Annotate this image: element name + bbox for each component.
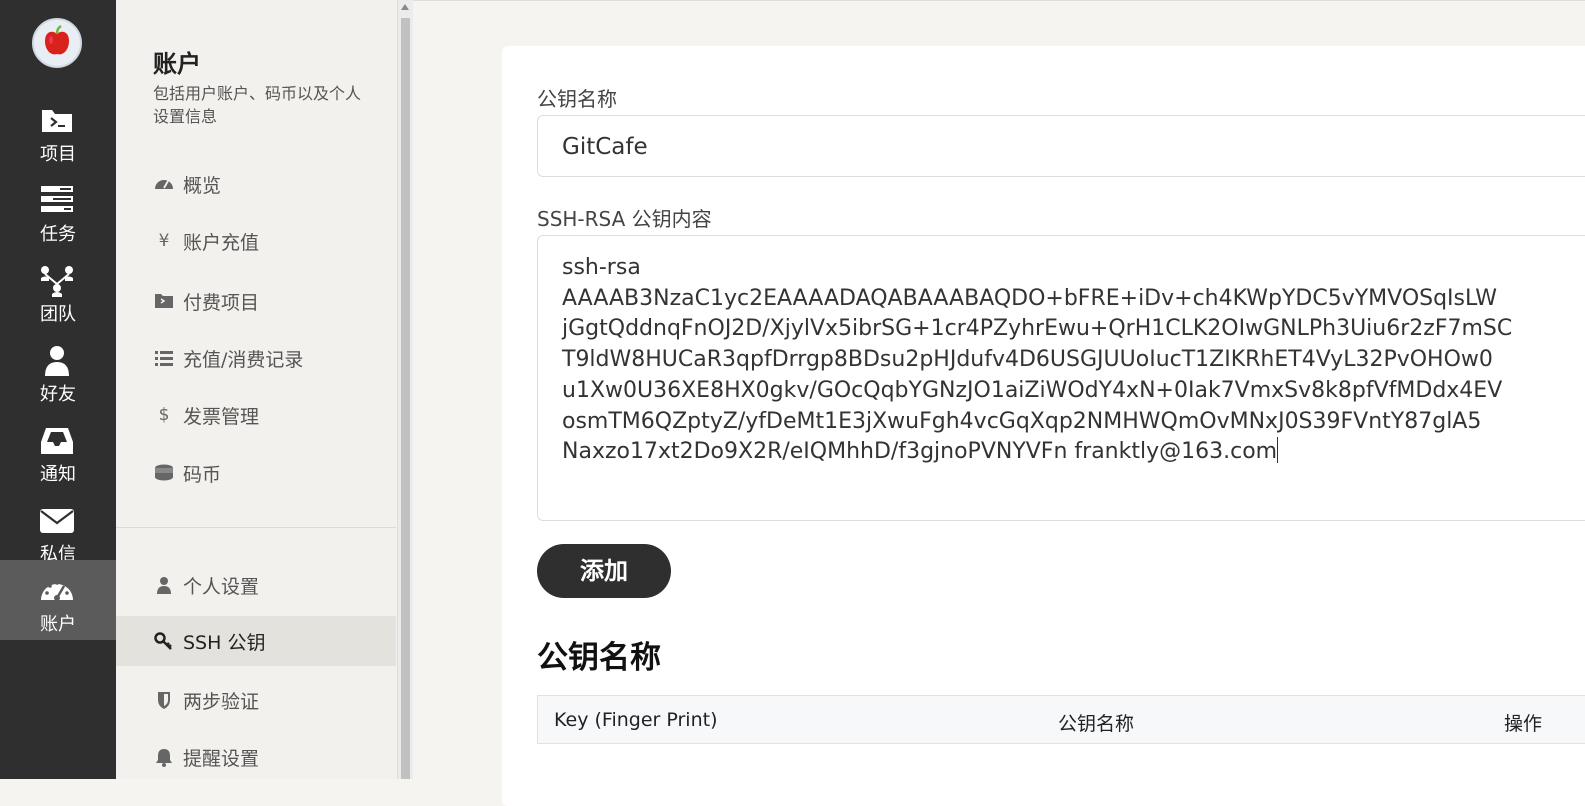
- sidebar-item-label: 个人设置: [183, 576, 260, 598]
- sidebar-item-label: 码币: [183, 464, 222, 486]
- inbox-icon: [41, 428, 73, 454]
- sidebar-item-paid-projects[interactable]: 付费项目: [116, 276, 396, 326]
- sidebar-item-overview[interactable]: 概览: [116, 159, 396, 209]
- sidebar-description: 包括用户账户、码币以及个人设置信息: [153, 84, 362, 126]
- sidebar-scrollbar[interactable]: [397, 0, 413, 779]
- column-header-actions: 操作: [1504, 713, 1543, 735]
- textarea-line: T9ldW8HUCaR3qpfDrrgp8BDsu2pHJdufv4D6USGJ…: [562, 347, 1493, 373]
- textarea-line: u1Xw0U36XE8HX0gkv/GOcQqbYGNzJO1aiZiWOdY4…: [562, 377, 1503, 403]
- user-icon: [157, 577, 171, 594]
- nav-item-team[interactable]: 团队: [0, 250, 116, 330]
- sidebar-item-records[interactable]: 充值/消费记录: [116, 333, 396, 383]
- dashboard-icon: [41, 581, 73, 601]
- nav-label: 账户: [40, 614, 76, 635]
- dashboard-icon: [155, 180, 173, 189]
- sidebar-item-label: 充值/消费记录: [183, 349, 304, 371]
- user-icon: [45, 346, 69, 376]
- sidebar-item-label: 两步验证: [183, 691, 260, 713]
- nav-item-tasks[interactable]: 任务: [0, 170, 116, 250]
- shield-icon: [158, 692, 170, 709]
- coins-icon: [155, 464, 173, 481]
- nav-label: 通知: [40, 464, 76, 485]
- sidebar-item-label: 发票管理: [183, 406, 260, 428]
- avatar[interactable]: [32, 18, 82, 68]
- key-name-label: 公钥名称: [537, 87, 617, 111]
- apple-icon: [45, 24, 69, 55]
- textarea-line: ssh-rsa: [562, 255, 641, 280]
- sidebar-item-two-factor[interactable]: 两步验证: [116, 675, 396, 725]
- nav-item-account[interactable]: 账户: [0, 560, 116, 640]
- sidebar-item-reminders[interactable]: 提醒设置: [116, 732, 396, 782]
- sidebar-item-label: 提醒设置: [183, 748, 260, 770]
- nav-item-notifications[interactable]: 通知: [0, 410, 116, 490]
- nav-item-messages[interactable]: 私信: [0, 490, 116, 570]
- sidebar-item-personal-settings[interactable]: 个人设置: [116, 560, 396, 610]
- textarea-line: osmTM6QZptyZ/yfDeMt1E3jXwuFgh4vcGqXqp2NM…: [562, 408, 1482, 434]
- key-name-input[interactable]: GitCafe: [537, 115, 1585, 177]
- sidebar-item-invoices[interactable]: $ 发票管理: [116, 390, 396, 440]
- textarea-line-text: Naxzo17xt2Do9X2R/eIQMhhD/f3gjnoPVNYVFn f…: [562, 439, 1278, 465]
- folder-terminal-icon: [42, 110, 72, 132]
- textarea-line: AAAAB3NzaC1yc2EAAAADAQABAAABAQDO+bFRE+iD…: [562, 285, 1497, 311]
- sidebar-item-recharge[interactable]: ¥ 账户充值: [116, 216, 396, 266]
- sidebar-item-label: 概览: [183, 175, 222, 197]
- yen-icon: ¥: [158, 231, 170, 251]
- column-header-fingerprint: Key (Finger Print): [554, 709, 718, 731]
- dollar-icon: $: [158, 405, 170, 425]
- sidebar-item-coins[interactable]: 码币: [116, 448, 396, 498]
- nav-label: 任务: [40, 224, 76, 245]
- team-icon: [41, 266, 73, 297]
- nav-item-friends[interactable]: 好友: [0, 330, 116, 410]
- main-content: 公钥名称 GitCafe SSH-RSA 公钥内容 ssh-rsa AAAAB3…: [413, 0, 1585, 806]
- sidebar-item-label: 账户充值: [183, 232, 260, 254]
- nav-label: 团队: [40, 304, 76, 325]
- keys-table-header: Key (Finger Print) 公钥名称 操作: [537, 695, 1585, 744]
- list-icon: [155, 351, 173, 366]
- key-content-textarea[interactable]: ssh-rsa AAAAB3NzaC1yc2EAAAADAQABAAABAQDO…: [537, 235, 1585, 521]
- scrollbar-thumb[interactable]: [401, 18, 410, 779]
- add-key-button[interactable]: 添加: [537, 544, 671, 598]
- textarea-line-last: Naxzo17xt2Do9X2R/eIQMhhD/f3gjnoPVNYVFn f…: [562, 437, 1574, 468]
- sidebar-item-ssh-keys[interactable]: SSH 公钥: [116, 616, 396, 666]
- keys-section-heading: 公钥名称: [537, 640, 661, 676]
- sidebar-divider: [116, 527, 396, 528]
- ssh-key-card: 公钥名称 GitCafe SSH-RSA 公钥内容 ssh-rsa AAAAB3…: [502, 46, 1585, 806]
- main-nav: 项目 任务 团队 好友 通知 私信 账户: [0, 0, 116, 779]
- folder-terminal-icon: [155, 294, 173, 308]
- sidebar-item-label: 付费项目: [183, 292, 260, 314]
- textarea-line: jGgtQddnqFnOJ2D/XjylVx5ibrSG+1cr4PZyhrEw…: [562, 316, 1513, 342]
- account-sidebar: 账户 包括用户账户、码币以及个人设置信息 概览 ¥ 账户充值 付费项目 充值/消…: [116, 0, 398, 779]
- scroll-up-icon[interactable]: [401, 4, 409, 10]
- bell-icon: [156, 749, 172, 767]
- envelope-icon: [40, 509, 74, 533]
- sidebar-title: 账户: [153, 50, 201, 78]
- column-header-key-name: 公钥名称: [1058, 713, 1135, 735]
- nav-label: 项目: [40, 144, 76, 165]
- sidebar-item-label: SSH 公钥: [183, 632, 266, 654]
- text-caret: [1277, 437, 1279, 464]
- key-content-label: SSH-RSA 公钥内容: [537, 207, 712, 231]
- nav-label: 好友: [40, 384, 76, 405]
- tasks-icon: [41, 186, 73, 212]
- nav-item-projects[interactable]: 项目: [0, 90, 116, 170]
- key-icon: [154, 632, 172, 650]
